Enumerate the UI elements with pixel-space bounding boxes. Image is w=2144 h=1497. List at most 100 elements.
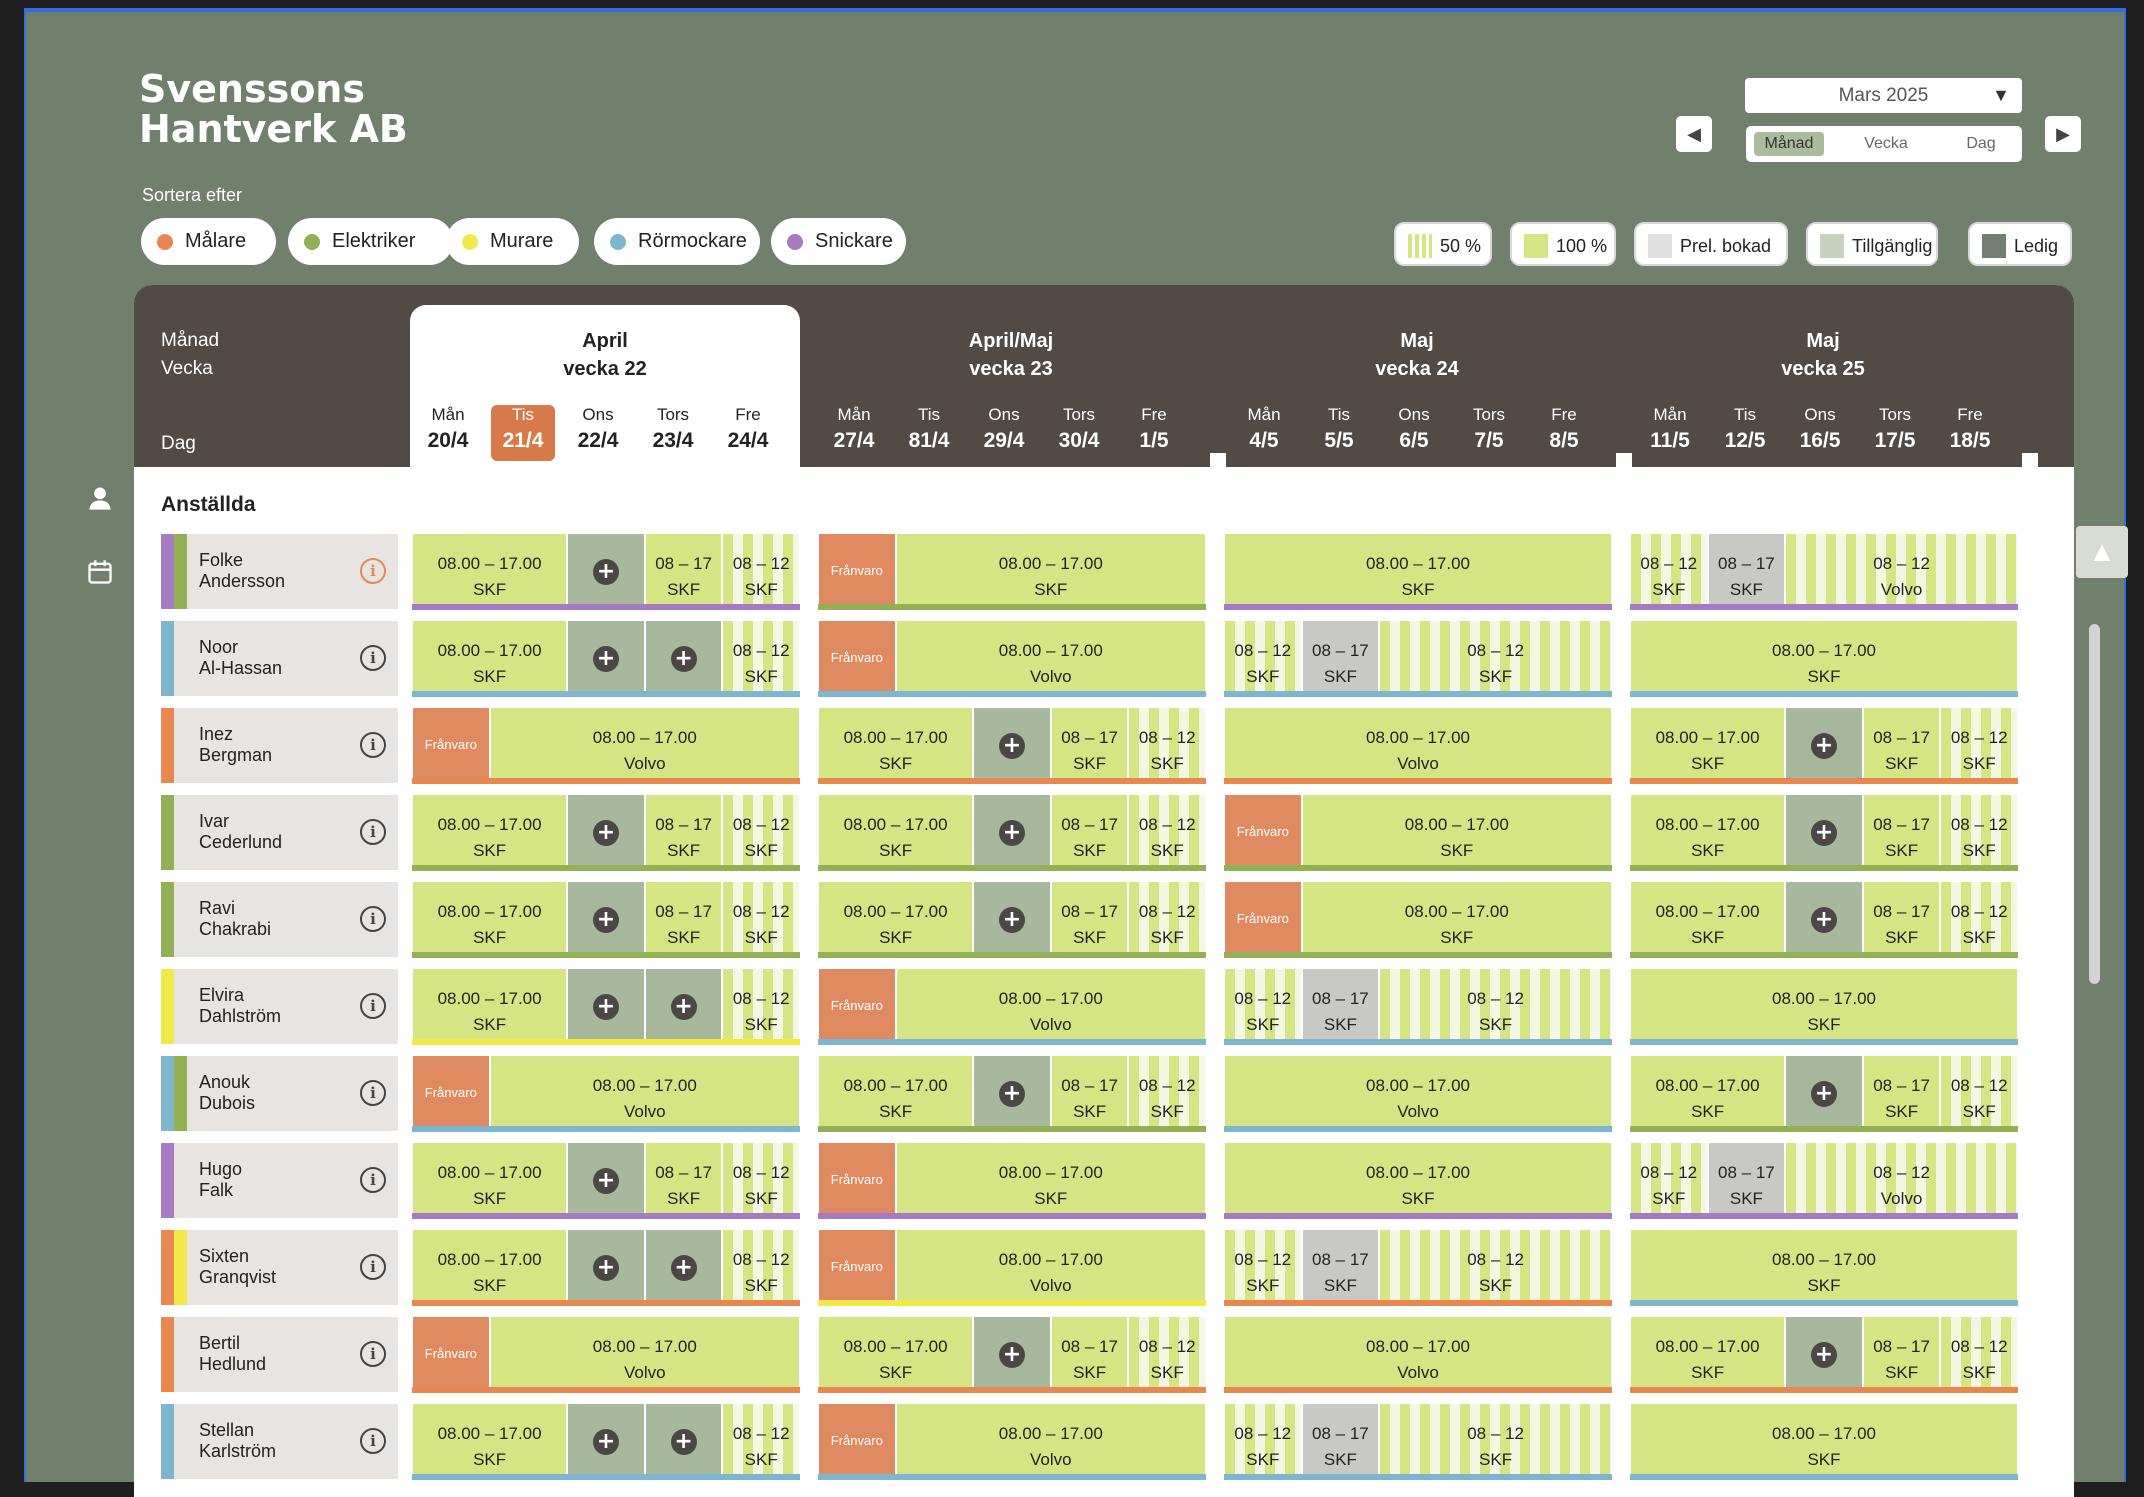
available-cell[interactable]: + [568,795,644,870]
absence-cell[interactable]: Frånvaro [819,969,895,1044]
half-booking-cell[interactable]: 08 – 12 SKF [723,621,799,696]
day-header[interactable]: Ons 16/5 [1788,405,1852,453]
add-booking-icon[interactable]: + [998,1080,1025,1107]
day-header[interactable]: Tors 17/5 [1863,405,1927,453]
absence-cell[interactable]: Frånvaro [819,1143,895,1218]
half-booking-cell[interactable]: 08 – 12 SKF [1225,969,1301,1044]
available-cell[interactable]: + [645,1230,722,1305]
employee-card[interactable]: Bertil Hedlund i [161,1317,398,1392]
day-header[interactable]: Tors 23/4 [641,405,705,453]
employee-card[interactable]: Folke Andersson i [161,534,398,609]
half-booking-cell[interactable]: 08 – 12 SKF [723,534,799,609]
booking-cell[interactable]: 08.00 – 17.00 SKF [1631,795,1785,870]
booking-cell[interactable]: 08.00 – 17.00 Volvo [1225,1317,1611,1392]
preliminary-booking-cell[interactable]: 08 – 17 SKF [1708,534,1785,609]
absence-cell[interactable]: Frånvaro [413,708,489,783]
day-header[interactable]: Mån 20/4 [416,405,480,453]
view-day-option[interactable]: Dag [1946,132,2016,156]
half-booking-cell[interactable]: 08 – 12 SKF [1941,708,2017,783]
add-booking-icon[interactable]: + [592,558,619,585]
booking-cell[interactable]: 08 – 17 SKF [1051,708,1128,783]
user-icon[interactable] [86,484,114,519]
half-booking-cell[interactable]: 08 – 12 SKF [1941,1056,2017,1131]
day-header[interactable]: Ons 29/4 [972,405,1036,453]
add-booking-icon[interactable]: + [592,819,619,846]
half-booking-cell[interactable]: 08 – 12 SKF [1129,1056,1205,1131]
employee-card[interactable]: Hugo Falk i [161,1143,398,1218]
absence-cell[interactable]: Frånvaro [1225,882,1301,957]
booking-cell[interactable]: 08.00 – 17.00 SKF [413,534,567,609]
booking-cell[interactable]: 08.00 – 17.00 Volvo [896,1404,1205,1479]
half-booking-cell[interactable]: 08 – 12 SKF [1225,621,1301,696]
available-cell[interactable]: + [568,1404,644,1479]
day-header-today[interactable]: Tis 21/4 [491,405,555,461]
booking-cell[interactable]: 08 – 17 SKF [645,795,722,870]
half-booking-cell[interactable]: 08 – 12 SKF [1631,534,1707,609]
preliminary-booking-cell[interactable]: 08 – 17 SKF [1302,621,1379,696]
booking-cell[interactable]: 08.00 – 17.00 SKF [413,1230,567,1305]
booking-cell[interactable]: 08.00 – 17.00 SKF [413,795,567,870]
preliminary-booking-cell[interactable]: 08 – 17 SKF [1302,1230,1379,1305]
half-booking-cell[interactable]: 08 – 12 SKF [1941,882,2017,957]
info-icon[interactable]: i [360,558,386,584]
available-cell[interactable]: + [645,969,722,1044]
day-header[interactable]: Mån 27/4 [822,405,886,453]
available-cell[interactable]: + [568,621,644,696]
booking-cell[interactable]: 08.00 – 17.00 SKF [1631,708,1785,783]
info-icon[interactable]: i [360,1254,386,1280]
absence-cell[interactable]: Frånvaro [819,1230,895,1305]
available-cell[interactable]: + [974,882,1050,957]
booking-cell[interactable]: 08.00 – 17.00 SKF [1225,1143,1611,1218]
available-cell[interactable]: + [974,708,1050,783]
previous-period-button[interactable]: ◀ [1676,116,1712,152]
day-header[interactable]: Tis 5/5 [1307,405,1371,453]
employee-card[interactable]: Sixten Granqvist i [161,1230,398,1305]
employee-card[interactable]: Inez Bergman i [161,708,398,783]
add-booking-icon[interactable]: + [998,1341,1025,1368]
calendar-icon[interactable] [86,558,114,593]
preliminary-booking-cell[interactable]: 08 – 17 SKF [1302,969,1379,1044]
info-icon[interactable]: i [360,645,386,671]
booking-cell[interactable]: 08.00 – 17.00 SKF [1631,1230,2017,1305]
available-cell[interactable]: + [974,795,1050,870]
half-booking-cell[interactable]: 08 – 12 SKF [1941,795,2017,870]
add-booking-icon[interactable]: + [670,1254,697,1281]
day-header[interactable]: Mån 4/5 [1232,405,1296,453]
booking-cell[interactable]: 08.00 – 17.00 SKF [819,1317,973,1392]
booking-cell[interactable]: 08 – 17 SKF [1863,708,1940,783]
half-booking-cell[interactable]: 08 – 12 SKF [1380,969,1611,1044]
day-header[interactable]: Fre 8/5 [1532,405,1596,453]
view-month-option[interactable]: Månad [1754,132,1824,156]
add-booking-icon[interactable]: + [670,1428,697,1455]
employee-card[interactable]: Stellan Karlström i [161,1404,398,1479]
half-booking-cell[interactable]: 08 – 12 SKF [723,882,799,957]
available-cell[interactable]: + [1786,795,1862,870]
info-icon[interactable]: i [360,819,386,845]
booking-cell[interactable]: 08 – 17 SKF [1863,795,1940,870]
add-booking-icon[interactable]: + [1810,732,1837,759]
booking-cell[interactable]: 08.00 – 17.00 SKF [413,621,567,696]
add-booking-icon[interactable]: + [592,993,619,1020]
booking-cell[interactable]: 08.00 – 17.00 SKF [1631,882,1785,957]
booking-cell[interactable]: 08 – 17 SKF [1863,1317,1940,1392]
add-booking-icon[interactable]: + [670,993,697,1020]
info-icon[interactable]: i [360,993,386,1019]
available-cell[interactable]: + [568,1143,644,1218]
add-booking-icon[interactable]: + [592,1167,619,1194]
sort-chip[interactable]: Murare [446,218,579,265]
add-booking-icon[interactable]: + [1810,819,1837,846]
info-icon[interactable]: i [360,1080,386,1106]
day-header[interactable]: Fre 18/5 [1938,405,2002,453]
day-header[interactable]: Ons 22/4 [566,405,630,453]
booking-cell[interactable]: 08 – 17 SKF [1051,1056,1128,1131]
info-icon[interactable]: i [360,1167,386,1193]
scroll-up-button[interactable]: ▲ [2076,526,2128,578]
add-booking-icon[interactable]: + [1810,1080,1837,1107]
employee-card[interactable]: Ravi Chakrabi i [161,882,398,957]
half-booking-cell[interactable]: 08 – 12 SKF [1380,1230,1611,1305]
sort-chip[interactable]: Snickare [771,218,906,265]
info-icon[interactable]: i [360,732,386,758]
booking-cell[interactable]: 08.00 – 17.00 Volvo [1225,1056,1611,1131]
day-header[interactable]: Ons 6/5 [1382,405,1446,453]
add-booking-icon[interactable]: + [592,1254,619,1281]
